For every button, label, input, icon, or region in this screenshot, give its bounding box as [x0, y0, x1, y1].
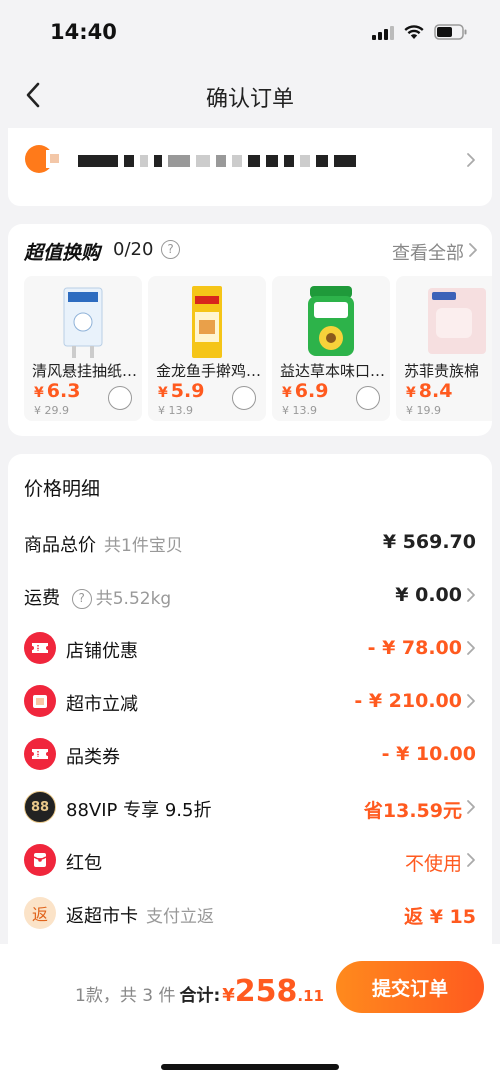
nav-bar: 确认订单	[0, 62, 500, 128]
row-value: - ¥ 78.00	[367, 637, 462, 659]
product-name: 苏菲贵族棉	[404, 362, 480, 380]
row-rebate: 返 返超市卡 支付立返 返 ¥ 15	[8, 893, 492, 933]
view-all-link[interactable]: 查看全部	[392, 239, 464, 265]
row-value: - ¥ 210.00	[354, 690, 462, 712]
red-packet-icon	[24, 844, 56, 876]
row-value: - ¥ 10.00	[381, 743, 476, 765]
price-detail-section: 价格明细 商品总价 共1件宝贝 ¥ 569.70 运费 ? 共5.52kg ¥ 0.…	[8, 454, 492, 944]
item-count: 1款，共 3 件	[75, 986, 176, 1006]
product-card[interactable]: 金龙鱼手擀鸡… ¥5.9 ¥ 13.9	[148, 276, 266, 421]
row-value: 返 ¥ 15	[404, 906, 476, 928]
product-price: ¥6.9	[282, 380, 329, 402]
total-amount-dec: .11	[297, 987, 324, 1005]
chevron-right-icon	[466, 799, 476, 815]
location-pin-icon	[25, 145, 62, 173]
product-price: ¥8.4	[406, 380, 453, 402]
rebate-icon: 返	[24, 897, 56, 929]
total-amount-int: 258	[234, 974, 298, 1009]
row-label: 返超市卡 支付立返	[66, 906, 214, 927]
product-original-price: ¥ 29.9	[34, 404, 69, 417]
product-list: 清风悬挂抽纸… ¥6.3 ¥ 29.9 金龙鱼手擀鸡… ¥5.9 ¥ 13.9	[24, 276, 492, 421]
row-shipping[interactable]: 运费 ? 共5.52kg ¥ 0.00	[8, 575, 492, 615]
battery-icon	[434, 24, 468, 40]
row-label: 商品总价 共1件宝贝	[24, 535, 183, 556]
signal-icon	[372, 25, 394, 40]
product-card[interactable]: 益达草本味口… ¥6.9 ¥ 13.9	[272, 276, 390, 421]
product-original-price: ¥ 13.9	[158, 404, 193, 417]
row-category-coupon[interactable]: 品类券 - ¥ 10.00	[8, 734, 492, 774]
exchange-section: 超值换购 0/20 ? 查看全部 清风悬挂抽纸… ¥6.3 ¥ 29.9 金龙鱼…	[8, 224, 492, 436]
row-value: ¥ 0.00	[395, 584, 462, 606]
ticket-icon	[24, 738, 56, 770]
chevron-right-icon	[466, 640, 476, 656]
bottom-bar: 1款，共 3 件 合计: ¥ 258 .11 提交订单	[0, 944, 500, 1083]
chevron-right-icon	[466, 152, 476, 168]
row-value: ¥ 569.70	[382, 531, 476, 553]
row-value: 省13.59元	[363, 800, 462, 822]
row-total: 商品总价 共1件宝贝 ¥ 569.70	[8, 522, 492, 562]
row-label: 店铺优惠	[66, 641, 138, 662]
product-original-price: ¥ 13.9	[282, 404, 317, 417]
row-label: 红包	[66, 853, 102, 874]
exchange-count: 0/20	[113, 239, 154, 260]
select-radio[interactable]	[356, 386, 380, 410]
row-market-discount[interactable]: 超市立减 - ¥ 210.00	[8, 681, 492, 721]
row-label: 品类券	[66, 747, 120, 768]
submit-order-button[interactable]: 提交订单	[336, 961, 484, 1013]
select-radio[interactable]	[108, 386, 132, 410]
help-icon[interactable]: ?	[71, 589, 92, 609]
chevron-right-icon	[466, 587, 476, 603]
chevron-right-icon	[466, 693, 476, 709]
chevron-right-icon	[466, 852, 476, 868]
address-card[interactable]	[8, 128, 492, 206]
row-value: 不使用	[404, 853, 462, 875]
product-name: 金龙鱼手擀鸡…	[156, 362, 262, 380]
row-store-discount[interactable]: 店铺优惠 - ¥ 78.00	[8, 628, 492, 668]
vip-badge-icon: 88	[24, 791, 56, 823]
order-summary: 1款，共 3 件 合计: ¥ 258 .11	[75, 974, 324, 1009]
price-detail-title: 价格明细	[24, 478, 101, 500]
home-indicator	[161, 1064, 339, 1070]
exchange-title: 超值换购	[24, 242, 101, 264]
gum-bottle-image	[308, 286, 354, 356]
row-88vip[interactable]: 88 88VIP 专享 9.5折 省13.59元	[8, 787, 492, 827]
tissue-pack-image	[63, 287, 103, 358]
ticket-icon	[24, 632, 56, 664]
row-label: 88VIP 专享 9.5折	[66, 800, 212, 821]
row-red-packet[interactable]: 红包 不使用	[8, 840, 492, 880]
status-bar: 14:40	[0, 0, 500, 62]
product-price: ¥6.3	[34, 380, 81, 402]
row-sub: 共1件宝贝	[104, 536, 183, 556]
page-title: 确认订单	[205, 87, 294, 112]
status-time: 14:40	[50, 20, 117, 44]
chevron-right-icon	[468, 242, 478, 258]
status-icons	[372, 24, 468, 40]
product-card[interactable]: 苏菲贵族棉 ¥8.4 ¥ 19.9	[396, 276, 492, 421]
sanitary-pack-image	[428, 288, 486, 354]
product-original-price: ¥ 19.9	[406, 404, 441, 417]
select-radio[interactable]	[232, 386, 256, 410]
coupon-icon	[24, 685, 56, 717]
help-icon[interactable]: ?	[161, 240, 180, 259]
product-name: 益达草本味口…	[280, 362, 386, 380]
row-sub: 支付立返	[146, 907, 214, 927]
total-label: 合计:	[179, 986, 221, 1006]
total-currency: ¥	[222, 985, 235, 1006]
wifi-icon	[403, 24, 425, 40]
row-label: 运费 ? 共5.52kg	[24, 588, 172, 609]
noodle-pack-image	[192, 286, 222, 358]
product-price: ¥5.9	[158, 380, 205, 402]
product-name: 清风悬挂抽纸…	[32, 362, 138, 380]
row-sub: 共5.52kg	[95, 589, 172, 609]
row-label: 超市立减	[66, 694, 138, 715]
address-redacted	[78, 150, 362, 172]
product-card[interactable]: 清风悬挂抽纸… ¥6.3 ¥ 29.9	[24, 276, 142, 421]
